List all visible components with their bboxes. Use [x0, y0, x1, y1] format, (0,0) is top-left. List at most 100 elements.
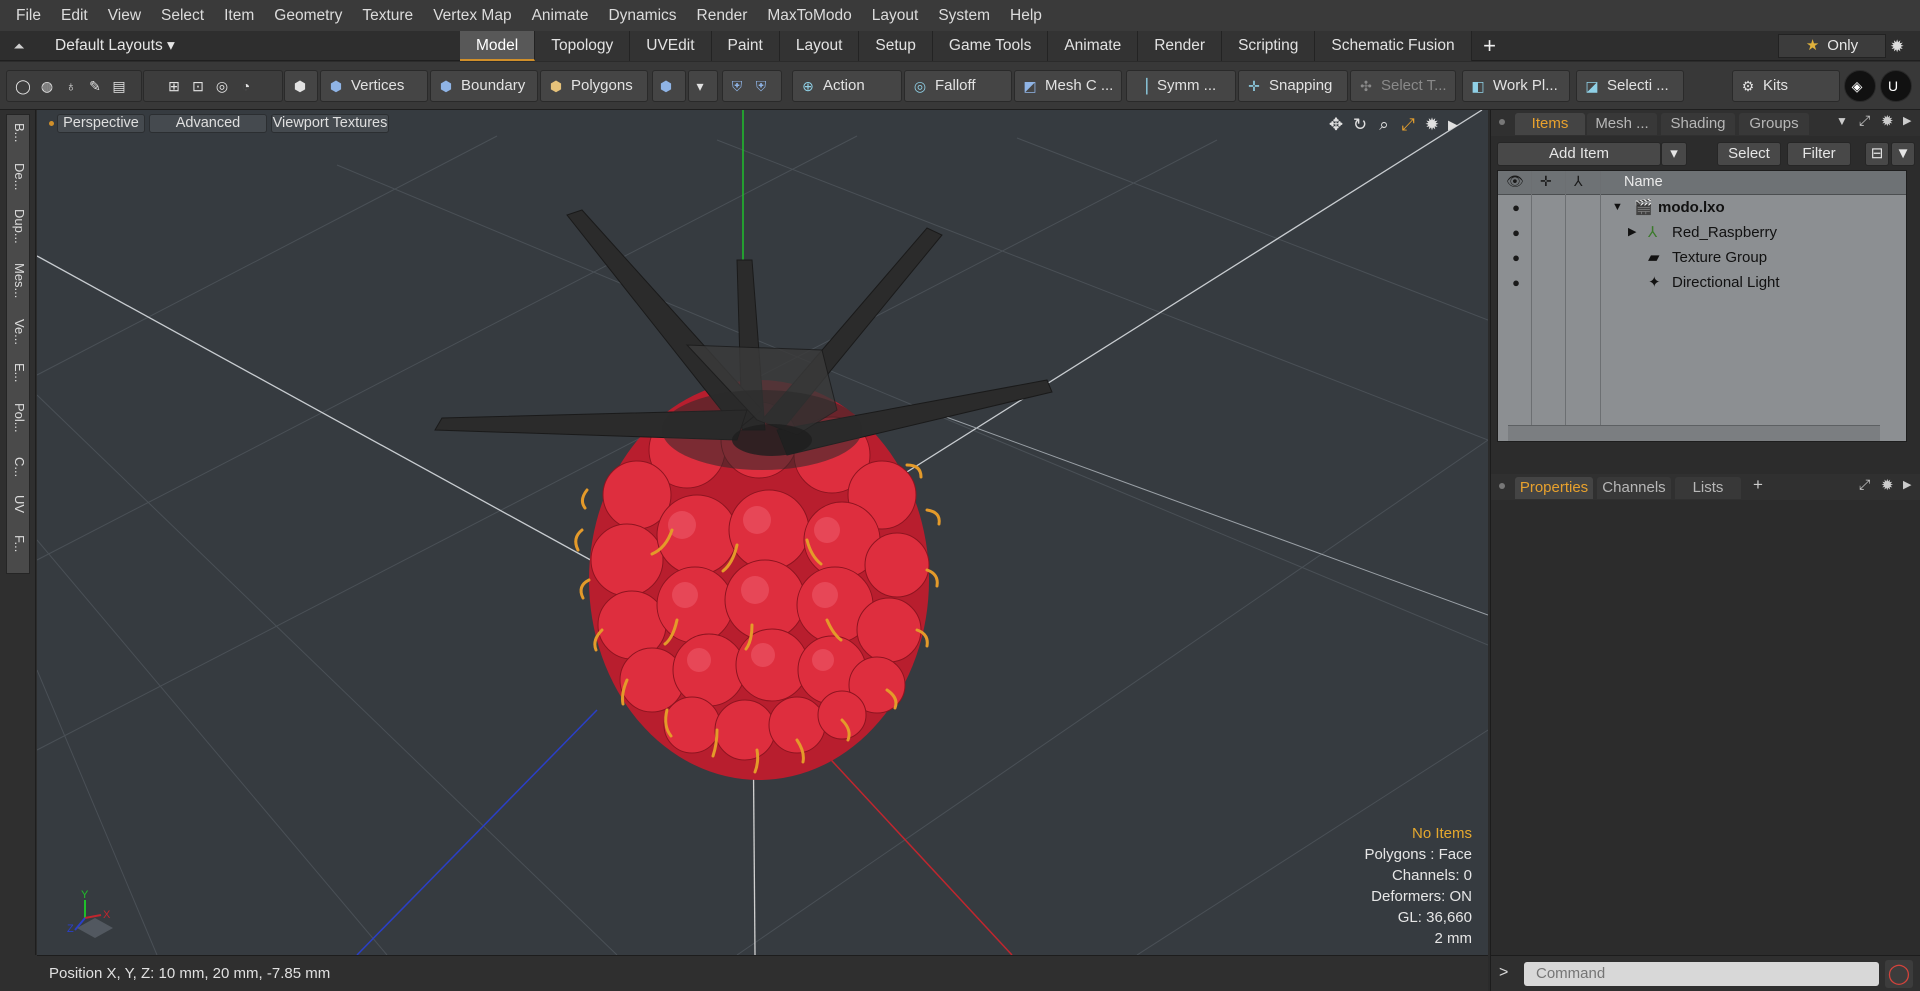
materials-button[interactable]: ⬢	[652, 70, 686, 102]
left-tab-edge[interactable]: E...	[7, 363, 31, 383]
panel-gear-icon[interactable]: ✹	[1881, 112, 1894, 130]
unreal-button[interactable]: U	[1880, 70, 1912, 102]
tab-items[interactable]: Items	[1515, 113, 1585, 135]
maximize-icon[interactable]: ⤢	[1398, 115, 1418, 135]
left-tab-polygon[interactable]: Pol...	[7, 403, 31, 433]
menu-render[interactable]: Render	[687, 0, 758, 31]
command-input[interactable]	[1524, 962, 1879, 986]
polygons-button[interactable]: ⬢ Polygons	[540, 70, 648, 102]
menu-edit[interactable]: Edit	[51, 0, 98, 31]
symmetry-button[interactable]: ▕ Symm ...	[1126, 70, 1236, 102]
left-tab-fusion[interactable]: F...	[7, 535, 31, 552]
falloff-button[interactable]: ◎ Falloff	[904, 70, 1012, 102]
sphere-icon[interactable]: ◔	[237, 77, 255, 95]
left-tab-basic[interactable]: B...	[7, 123, 31, 143]
tab-groups[interactable]: Groups	[1739, 113, 1809, 135]
menu-geometry[interactable]: Geometry	[264, 0, 352, 31]
panel-arrow-icon[interactable]: ▶	[1903, 478, 1911, 491]
perspective-button[interactable]: Perspective	[57, 114, 145, 133]
tabs-dropdown-icon[interactable]: ▼	[1836, 114, 1848, 128]
vertices-button[interactable]: ⬢ Vertices	[320, 70, 428, 102]
tab-layout[interactable]: Layout	[779, 31, 860, 61]
shield-icon[interactable]: ⛨	[728, 77, 746, 95]
menu-texture[interactable]: Texture	[352, 0, 423, 31]
only-toggle[interactable]: ★ Only	[1778, 34, 1886, 58]
panel-maximize-icon[interactable]: ⤢	[1859, 476, 1870, 493]
viewport-options-dot[interactable]	[49, 121, 54, 126]
advanced-button[interactable]: Advanced	[149, 114, 267, 133]
raspberry-model[interactable]	[434, 209, 1053, 780]
tab-channels[interactable]: Channels	[1597, 477, 1671, 499]
menu-vertex-map[interactable]: Vertex Map	[423, 0, 521, 31]
item-mode-button[interactable]: ⬢	[284, 70, 318, 102]
select-button[interactable]: Select	[1717, 142, 1781, 166]
zoom-icon[interactable]: ⌕	[1374, 115, 1394, 135]
viewport-textures-button[interactable]: Viewport Textures	[271, 114, 389, 133]
items-icon[interactable]: ▤	[110, 77, 128, 95]
tab-mesh[interactable]: Mesh ...	[1587, 113, 1657, 135]
panel-maximize-icon[interactable]: ⤢	[1859, 112, 1870, 129]
boundary-button[interactable]: ⬢ Boundary	[430, 70, 538, 102]
tab-properties[interactable]: Properties	[1515, 477, 1593, 499]
tab-paint[interactable]: Paint	[711, 31, 780, 61]
tab-game-tools[interactable]: Game Tools	[932, 31, 1049, 61]
visibility-eye-icon[interactable]: ●	[1506, 195, 1526, 220]
record-icon[interactable]: ◯	[1885, 960, 1913, 988]
menu-dynamics[interactable]: Dynamics	[598, 0, 686, 31]
visibility-eye-icon[interactable]: ●	[1506, 220, 1526, 245]
tab-scripting[interactable]: Scripting	[1222, 31, 1316, 61]
funnel-icon[interactable]: ▼	[1891, 142, 1915, 166]
visibility-header-icon[interactable]: 👁	[1506, 173, 1524, 190]
panel-gear-icon[interactable]: ✹	[1881, 476, 1894, 494]
menu-system[interactable]: System	[928, 0, 1000, 31]
menu-layout[interactable]: Layout	[862, 0, 929, 31]
viewport-gear-icon[interactable]: ✹	[1422, 115, 1442, 135]
item-list-scrollbar[interactable]	[1508, 425, 1880, 441]
scale-icon[interactable]: ◎	[213, 77, 231, 95]
visibility-eye-icon[interactable]: ●	[1506, 270, 1526, 295]
selection-sets-button[interactable]: ◪ Selecti ...	[1576, 70, 1684, 102]
orbit-icon[interactable]: ↻	[1350, 115, 1370, 135]
tab-lists[interactable]: Lists	[1675, 477, 1741, 499]
add-item-dropdown[interactable]: ▾	[1661, 142, 1687, 166]
mode-dropdown[interactable]: ▾	[688, 70, 718, 102]
tab-shading[interactable]: Shading	[1661, 113, 1735, 135]
panel-dot-icon[interactable]	[1499, 483, 1505, 489]
lock-header-icon[interactable]: ✛	[1540, 173, 1552, 190]
tab-model[interactable]: Model	[460, 31, 536, 61]
item-row-texture-group[interactable]: ● ▰ Texture Group	[1498, 245, 1906, 270]
rotate-icon[interactable]: ⊡	[189, 77, 207, 95]
select-through-button[interactable]: ✣ Select T...	[1350, 70, 1456, 102]
add-panel-tab-button[interactable]: +	[1753, 475, 1763, 495]
add-item-button[interactable]: Add Item	[1497, 142, 1661, 166]
menu-item[interactable]: Item	[214, 0, 264, 31]
3d-viewport[interactable]: Y X Z Perspective Advanced Viewport Text…	[37, 110, 1488, 955]
tab-schematic-fusion[interactable]: Schematic Fusion	[1315, 31, 1472, 61]
move-grid-icon[interactable]: ⊞	[165, 77, 183, 95]
menu-animate[interactable]: Animate	[522, 0, 599, 31]
pan-icon[interactable]: ✥	[1326, 115, 1346, 135]
collapse-icon[interactable]: ⊟	[1865, 142, 1889, 166]
mesh-constraint-button[interactable]: ◩ Mesh C ...	[1014, 70, 1122, 102]
circle-select-icon[interactable]: ◯	[14, 77, 32, 95]
add-tab-button[interactable]: +	[1472, 31, 1508, 61]
menu-view[interactable]: View	[98, 0, 151, 31]
gear-icon[interactable]: ✹	[1890, 37, 1904, 57]
tab-animate[interactable]: Animate	[1048, 31, 1139, 61]
expand-down-icon[interactable]: ▼	[1612, 195, 1623, 220]
kits-button[interactable]: ⚙ Kits	[1732, 70, 1840, 102]
left-tab-mesh-edit[interactable]: Mes...	[7, 263, 31, 298]
unity-button[interactable]: ◈	[1844, 70, 1876, 102]
left-tab-deform[interactable]: De...	[7, 163, 31, 190]
expand-right-icon[interactable]: ▶	[1628, 220, 1636, 245]
left-tab-uv[interactable]: UV	[7, 495, 31, 513]
tab-topology[interactable]: Topology	[535, 31, 631, 61]
collapse-up-icon[interactable]: ⏶	[10, 37, 28, 55]
menu-help[interactable]: Help	[1000, 0, 1052, 31]
tab-render[interactable]: Render	[1138, 31, 1223, 61]
tab-uvedit[interactable]: UVEdit	[630, 31, 712, 61]
filter-button[interactable]: Filter	[1787, 142, 1851, 166]
snapping-button[interactable]: ✛ Snapping	[1238, 70, 1348, 102]
expand-arrow-icon[interactable]: ▶	[1443, 115, 1463, 135]
menu-file[interactable]: File	[6, 0, 51, 31]
